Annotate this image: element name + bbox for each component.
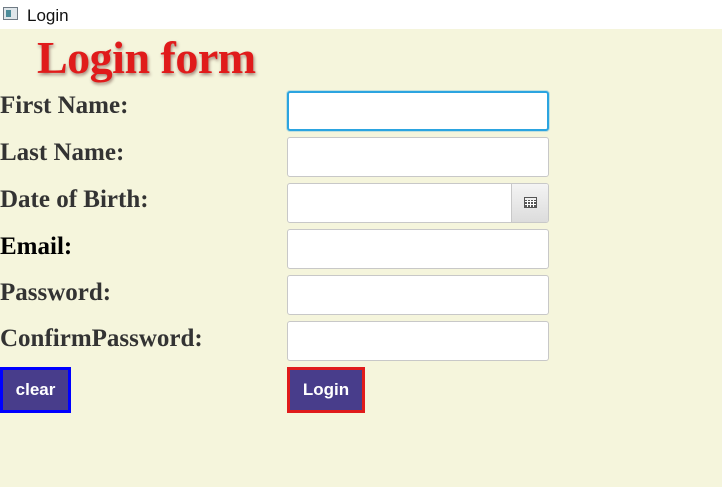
email-field[interactable] [287,229,549,269]
last-name-label: Last Name: [0,139,125,166]
clear-button[interactable]: clear [0,367,71,413]
date-of-birth-label: Date of Birth: [0,186,149,213]
password-field[interactable] [287,275,549,315]
form-title: Login form [37,32,256,83]
confirm-password-label: ConfirmPassword: [0,325,203,352]
login-button[interactable]: Login [287,367,365,413]
title-bar: Login [0,0,722,29]
first-name-field[interactable] [287,91,549,131]
password-label: Password: [0,279,112,306]
first-name-label: First Name: [0,92,129,119]
date-of-birth-picker [287,183,549,223]
login-form-panel: Login form First Name: Last Name: Date o… [0,29,722,487]
confirm-password-field[interactable] [287,321,549,361]
last-name-field[interactable] [287,137,549,177]
date-of-birth-field[interactable] [288,184,512,222]
window-title: Login [27,6,69,25]
email-label: Email: [0,233,73,260]
calendar-icon [524,197,537,208]
date-picker-button[interactable] [511,184,548,222]
app-window-icon [3,7,18,20]
